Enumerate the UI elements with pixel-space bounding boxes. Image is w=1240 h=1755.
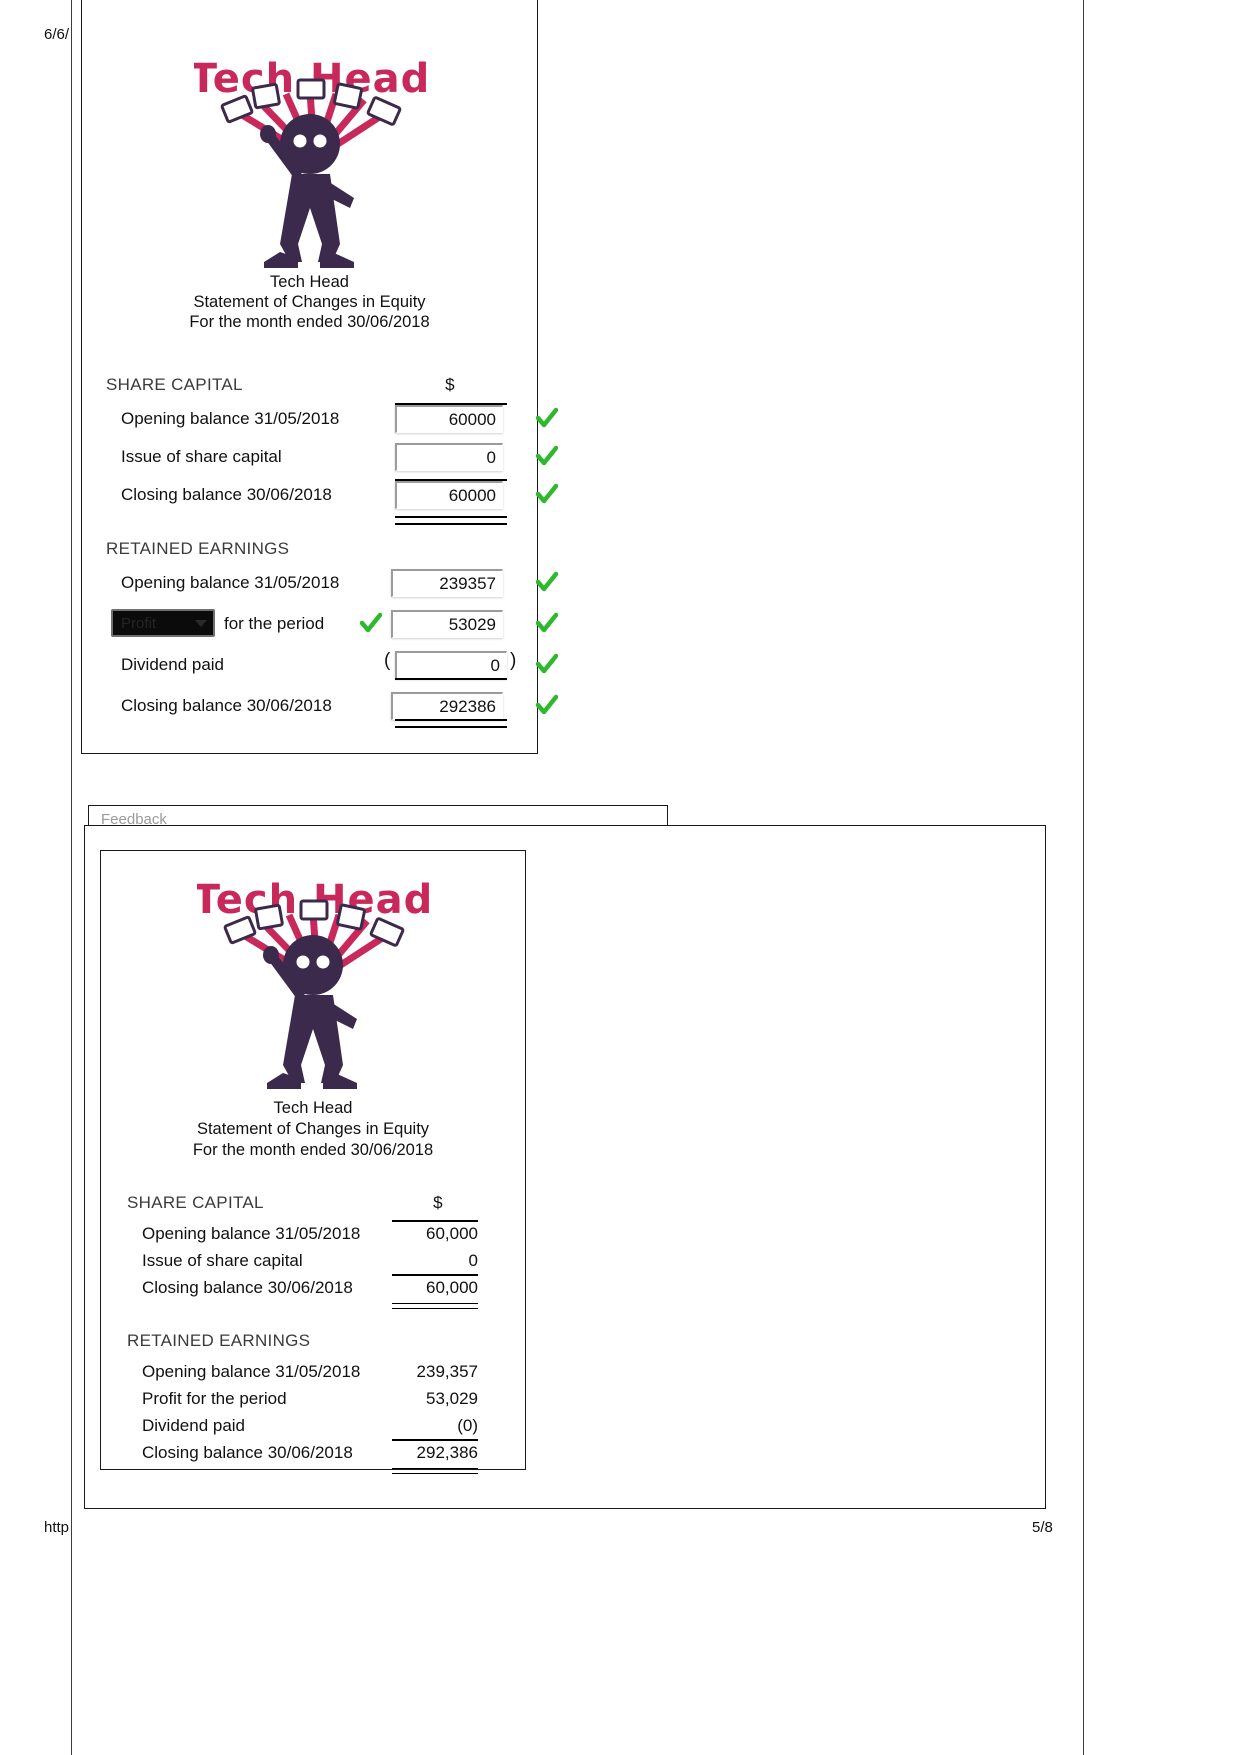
paren-open: (: [384, 650, 391, 671]
row-sc-closing-balance: Closing balance 30/06/2018: [106, 479, 558, 517]
row-re-dividend-label: Dividend paid: [121, 655, 225, 674]
solution-row-re-dividend-label: Dividend paid: [142, 1416, 246, 1435]
share-capital-heading: SHARE CAPITAL $: [106, 375, 526, 403]
solution-sc-total-rule: [392, 1303, 478, 1309]
solution-row-re-dividend-value: (0): [457, 1416, 478, 1435]
check-icon: [536, 445, 558, 466]
currency-header: $: [445, 375, 455, 394]
share-capital-total-rule: [395, 516, 507, 525]
solution-title-line2: Statement of Changes in Equity: [196, 1120, 430, 1138]
row-sc-opening-balance-label: Opening balance 31/05/2018: [121, 409, 340, 428]
input-sc-issue-of-share-capital[interactable]: [395, 443, 503, 471]
worksheet-retained-earnings-section: RETAINED EARNINGS Opening balance 31/05/…: [106, 539, 558, 731]
row-re-opening-balance: Opening balance 31/05/2018: [106, 567, 558, 608]
solution-row-sc-closing: Closing balance 30/06/2018 60,000: [127, 1275, 507, 1302]
solution-row-sc-issue-label: Issue of share capital: [142, 1251, 303, 1270]
check-icon: [536, 483, 558, 504]
solution-row-sc-closing-value: 60,000: [426, 1278, 478, 1297]
check-icon: [536, 407, 558, 428]
row-re-profit-label: for the period: [224, 614, 325, 633]
row-sc-closing-label: Closing balance 30/06/2018: [121, 485, 332, 504]
solution-row-re-opening: Opening balance 31/05/2018 239,357: [127, 1359, 507, 1386]
solution-row-sc-opening-value: 60,000: [426, 1224, 478, 1243]
solution-currency-header: $: [433, 1193, 443, 1212]
retained-earnings-heading-label: RETAINED EARNINGS: [106, 539, 290, 558]
paren-close: ): [510, 650, 517, 671]
share-capital-heading-label: SHARE CAPITAL: [106, 375, 243, 394]
solution-row-re-profit: Profit for the period 53,029: [127, 1386, 507, 1413]
solution-row-re-profit-value: 53,029: [426, 1389, 478, 1408]
solution-panel: Tech Head Tech Head Statement of Changes…: [100, 850, 526, 1474]
solution-row-sc-issue: Issue of share capital 0: [127, 1248, 507, 1275]
page-border-left: [71, 0, 72, 1755]
retained-earnings-heading: RETAINED EARNINGS: [106, 539, 526, 567]
solution-retained-earnings-heading: RETAINED EARNINGS: [127, 1331, 507, 1359]
row-re-opening-label: Opening balance 31/05/2018: [121, 573, 340, 592]
solution-row-sc-closing-label: Closing balance 30/06/2018: [142, 1278, 353, 1297]
solution-row-re-closing-value: 292,386: [416, 1443, 478, 1462]
tech-head-logo: Tech Head: [194, 48, 426, 270]
solution-row-sc-opening-label: Opening balance 31/05/2018: [142, 1224, 361, 1243]
profit-type-dropdown[interactable]: Profit: [111, 609, 215, 637]
worksheet-title-line2: Statement of Changes in Equity: [193, 293, 426, 311]
check-icon: [536, 612, 558, 633]
input-sc-closing-balance[interactable]: [395, 481, 503, 509]
solution-share-capital-section: SHARE CAPITAL $ Opening balance 31/05/20…: [127, 1193, 507, 1309]
row-sc-opening-balance: Opening balance 31/05/2018: [106, 403, 558, 441]
solution-re-total-rule: [392, 1468, 478, 1474]
chevron-down-icon: [195, 619, 207, 627]
solution-row-re-opening-label: Opening balance 31/05/2018: [142, 1362, 361, 1381]
page-border-right: [1083, 0, 1084, 1755]
worksheet-title-line3: For the month ended 30/06/2018: [189, 313, 430, 331]
profit-type-dropdown-value: Profit: [121, 614, 157, 632]
input-re-closing-balance[interactable]: [391, 692, 503, 720]
solution-title-line3: For the month ended 30/06/2018: [192, 1141, 434, 1159]
input-re-dividend-paid[interactable]: [395, 651, 507, 679]
retained-earnings-total-rule: [395, 719, 507, 728]
solution-row-re-opening-value: 239,357: [416, 1362, 478, 1381]
solution-row-re-closing-label: Closing balance 30/06/2018: [142, 1443, 353, 1462]
solution-retained-earnings-section: RETAINED EARNINGS Opening balance 31/05/…: [127, 1331, 507, 1474]
worksheet-share-capital-section: SHARE CAPITAL $ Opening balance 31/05/20…: [106, 375, 558, 525]
row-re-profit-for-period: Profit for the period: [106, 608, 558, 649]
row-sc-issue-of-share-capital: Issue of share capital: [106, 441, 558, 479]
row-sc-issue-label: Issue of share capital: [121, 447, 282, 466]
worksheet-panel: Tech Head Tech Head Statement of Changes…: [81, 0, 558, 754]
print-header-date: 6/6/: [44, 26, 70, 43]
tech-head-logo-solution: Tech Head: [197, 869, 429, 1091]
worksheet-title-line1: Tech Head: [270, 273, 349, 291]
solution-row-re-profit-label: Profit for the period: [142, 1389, 287, 1408]
solution-row-re-closing: Closing balance 30/06/2018 292,386: [127, 1440, 507, 1467]
check-icon-dropdown: [360, 612, 382, 633]
print-footer-url: http: [44, 1519, 70, 1536]
check-icon: [536, 571, 558, 592]
solution-share-capital-heading: SHARE CAPITAL $: [127, 1193, 507, 1221]
input-sc-opening-balance[interactable]: [395, 405, 503, 433]
solution-share-capital-heading-label: SHARE CAPITAL: [127, 1193, 264, 1212]
input-re-opening-balance[interactable]: [391, 569, 503, 597]
row-re-closing-label: Closing balance 30/06/2018: [121, 696, 332, 715]
check-icon: [536, 694, 558, 715]
solution-row-sc-opening: Opening balance 31/05/2018 60,000: [127, 1221, 507, 1248]
solution-row-sc-issue-value: 0: [468, 1251, 478, 1270]
solution-row-re-dividend: Dividend paid (0): [127, 1413, 507, 1440]
retained-earnings-subtotal-rule: [395, 678, 507, 680]
print-footer-page-number: 5/8: [1032, 1519, 1053, 1536]
input-re-profit-for-period[interactable]: [391, 610, 503, 638]
check-icon: [536, 653, 558, 674]
solution-title-line1: Tech Head: [273, 1099, 353, 1117]
row-re-dividend-paid: Dividend paid ( ): [106, 649, 558, 690]
solution-retained-earnings-heading-label: RETAINED EARNINGS: [127, 1331, 311, 1350]
